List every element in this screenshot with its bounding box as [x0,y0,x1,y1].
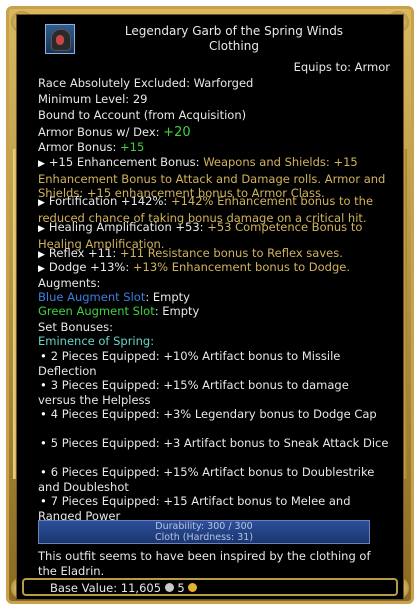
item-type: Clothing [209,39,259,53]
triangle-bullet-icon: ▶ [38,159,45,169]
bullet-icon: • [40,436,47,450]
bullet-icon: • [40,494,47,508]
base-value: Base Value: 11,605 5 [50,581,198,595]
material-hardness: Cloth (Hardness: 31) [154,531,254,543]
augments-label: Augments: [38,276,101,290]
hooded-armor-icon [45,24,75,54]
durability-value: Durability: 300 / 300 [155,521,253,532]
binding-status: Bound to Account (from Acquisition) [38,108,247,122]
triangle-bullet-icon: ▶ [38,224,45,234]
set-bonus-item: • 3 Pieces Equipped: +15% Artifact bonus … [38,378,349,407]
minimum-level: Minimum Level: 29 [38,92,148,106]
bullet-icon: • [40,465,47,479]
platinum-coin-icon [164,583,174,592]
triangle-bullet-icon: ▶ [38,264,45,274]
green-augment-slot[interactable]: Green Augment Slot: Empty [38,304,390,319]
bullet-icon: • [40,407,47,421]
race-restriction: Race Absolutely Excluded: Warforged [38,76,254,90]
set-bonus-item: • 5 Pieces Equipped: +3 Artifact bonus to… [40,436,389,450]
set-bonus-item: • 2 Pieces Equipped: +10% Artifact bonus … [38,349,341,378]
set-bonus-item: • 6 Pieces Equipped: +15% Artifact bonus … [38,465,375,494]
gold-coin-icon [188,583,198,592]
set-bonus-item: • 4 Pieces Equipped: +3% Legendary bonus … [40,407,377,421]
bullet-icon: • [40,378,47,392]
item-name: Legendary Garb of the Spring Winds [124,24,344,38]
bullet-icon: • [40,349,47,363]
flavor-text: This outfit seems to have been inspired … [38,549,371,578]
set-bonuses-label: Set Bonuses: [38,320,113,334]
equips-to: Equips to: Armor [293,60,390,74]
set-bonus-item: • 7 Pieces Equipped: +15 Artifact bonus t… [38,494,351,523]
armor-bonus: Armor Bonus: +15 [38,140,145,154]
item-title: Legendary Garb of the Spring Winds Cloth… [84,24,384,54]
blue-augment-slot[interactable]: Blue Augment Slot: Empty [38,290,390,305]
durability-bar: Durability: 300 / 300 Cloth (Hardness: 3… [38,520,370,544]
base-value-bar: Base Value: 11,605 5 [22,578,398,596]
armor-bonus-dex: Armor Bonus w/ Dex: +20 [38,125,191,140]
triangle-bullet-icon: ▶ [38,250,45,260]
set-name: Eminence of Spring: [38,334,155,348]
triangle-bullet-icon: ▶ [38,198,45,208]
effect-dodge: ▶ Dodge +13%: +13% Enhancement bonus to D… [38,260,351,274]
